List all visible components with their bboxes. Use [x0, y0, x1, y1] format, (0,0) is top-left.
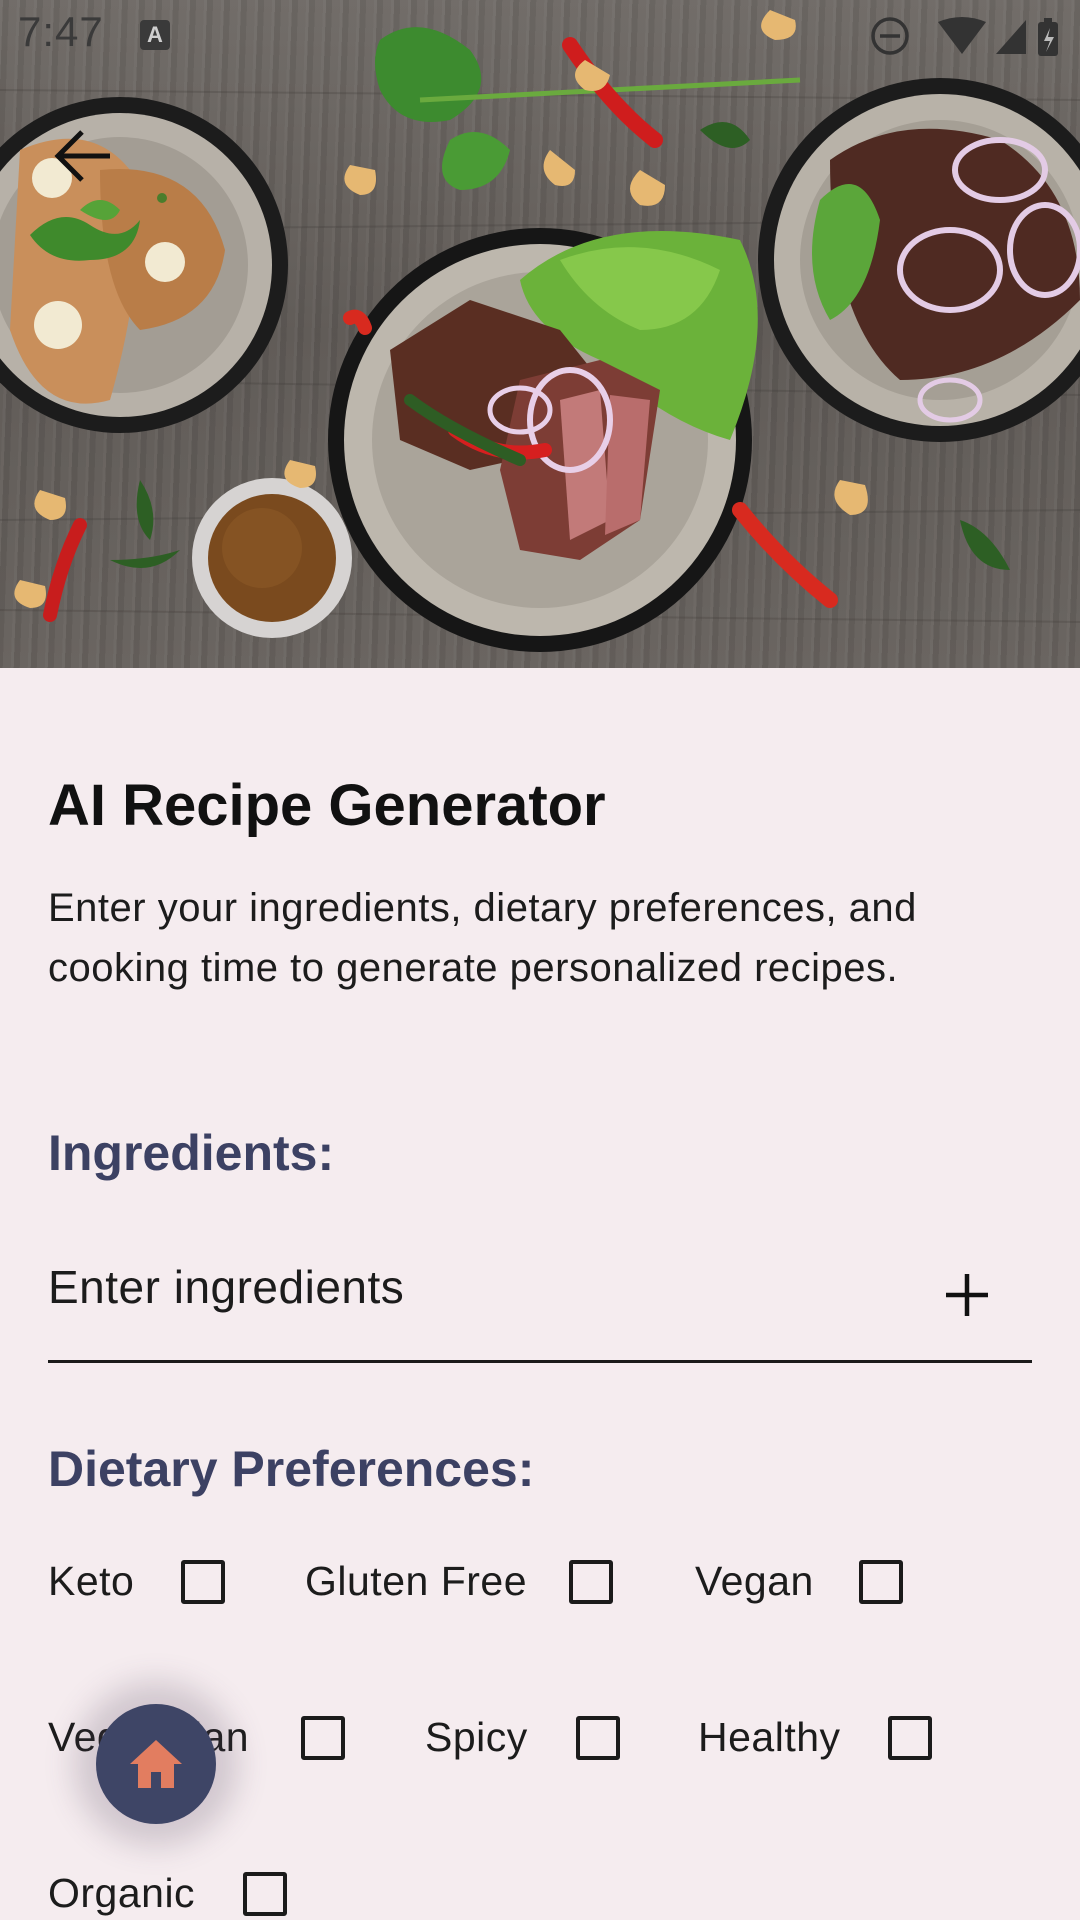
healthy-checkbox[interactable] [888, 1716, 932, 1760]
notification-app-icon: A [140, 20, 170, 50]
signal-icon [996, 20, 1026, 54]
pref-keto: Keto [48, 1554, 248, 1614]
ingredients-input[interactable] [48, 1252, 908, 1322]
pref-label: Keto [48, 1558, 135, 1604]
keto-checkbox[interactable] [181, 1560, 225, 1604]
arrow-left-icon [54, 130, 110, 182]
center-bowl [328, 228, 758, 652]
pref-gluten-free: Gluten Free [305, 1554, 635, 1614]
pref-label: Healthy [698, 1714, 841, 1760]
do-not-disturb-icon [871, 17, 909, 55]
page-description: Enter your ingredients, dietary preferen… [48, 886, 917, 990]
pref-spicy: Spicy [425, 1710, 675, 1770]
add-ingredient-button[interactable] [942, 1270, 992, 1320]
organic-checkbox[interactable] [243, 1872, 287, 1916]
ingredients-field [48, 1240, 1032, 1363]
back-button[interactable] [48, 120, 120, 192]
sauce-cup [192, 478, 352, 638]
dietary-preferences-heading: Dietary Preferences: [48, 1441, 535, 1497]
vegetarian-checkbox[interactable] [301, 1716, 345, 1760]
home-button[interactable] [96, 1704, 216, 1824]
ingredients-heading: Ingredients: [48, 1125, 335, 1181]
food-illustration [0, 10, 1080, 652]
status-time: 7:47 [18, 8, 104, 55]
status-icons [871, 17, 1058, 56]
home-icon [130, 1740, 182, 1788]
pref-organic: Organic [48, 1866, 308, 1920]
pref-label: Vegan [695, 1558, 814, 1604]
hero-food-image [0, 0, 1080, 668]
right-bowl [758, 78, 1080, 442]
vegan-checkbox[interactable] [859, 1560, 903, 1604]
recipe-generator-screen: 7:47 A AI Recipe Generator Enter your in… [0, 0, 1080, 1920]
spicy-checkbox[interactable] [576, 1716, 620, 1760]
status-bar: 7:47 A [0, 0, 1080, 70]
gluten-free-checkbox[interactable] [569, 1560, 613, 1604]
pref-label: Gluten Free [305, 1558, 527, 1604]
pref-label: Organic [48, 1870, 196, 1916]
plus-icon [946, 1274, 988, 1316]
pref-vegan: Vegan [695, 1554, 955, 1614]
wifi-icon [938, 17, 986, 54]
battery-icon [1038, 18, 1058, 56]
pref-label: Spicy [425, 1714, 528, 1760]
pref-healthy: Healthy [698, 1710, 998, 1770]
page-title: AI Recipe Generator [48, 773, 606, 838]
